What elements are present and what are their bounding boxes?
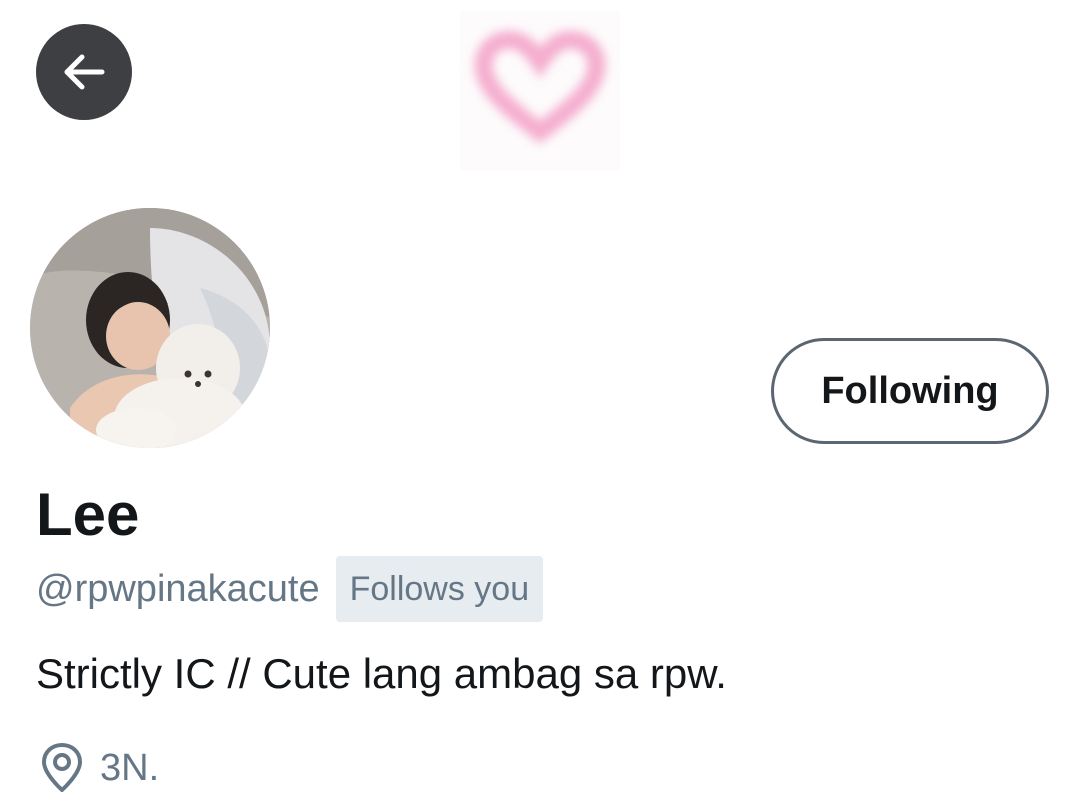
display-name: Lee: [36, 481, 140, 548]
follows-you-badge: Follows you: [335, 556, 544, 622]
profile-banner[interactable]: [0, 0, 1080, 190]
following-button[interactable]: Following: [771, 338, 1049, 444]
location-text: 3N.: [100, 746, 160, 789]
heart-icon: [460, 10, 620, 170]
following-button-label: Following: [821, 369, 999, 412]
back-button[interactable]: [36, 24, 132, 120]
profile-bio: Strictly IC // Cute lang ambag sa rpw.: [36, 650, 727, 697]
avatar[interactable]: [30, 208, 270, 448]
location-row: 3N.: [38, 738, 159, 798]
location-pin-icon: [38, 742, 86, 794]
user-handle: @rpwpinakacute: [36, 567, 320, 610]
handle-row: @rpwpinakacute Follows you: [36, 556, 544, 622]
arrow-left-icon: [58, 46, 110, 98]
